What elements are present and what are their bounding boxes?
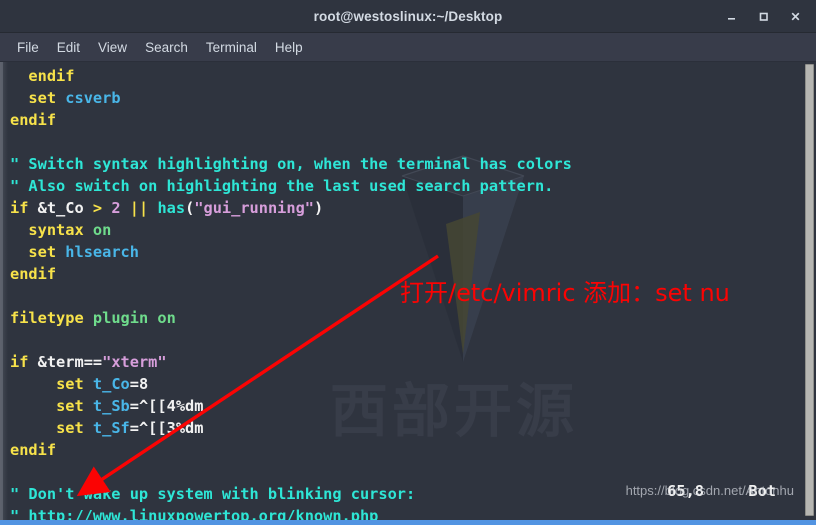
menubar: File Edit View Search Terminal Help [0,33,816,62]
vim-buffer-line: if &t_Co > 2 || has("gui_running") [10,199,324,217]
terminal-screen[interactable]: 西部开源 endif set csverb endif " Switch synt… [8,62,802,520]
terminal-window: root@westoslinux:~/Desktop File Edit Vie… [0,0,816,525]
maximize-button[interactable] [748,1,778,31]
window-left-edge [0,62,8,520]
vim-buffer-line: " Also switch on highlighting the last u… [10,177,554,195]
menu-item-edit[interactable]: Edit [48,37,89,58]
vim-buffer-line: set t_Co=8 [56,375,149,393]
vim-buffer-line: endif [10,111,57,129]
menu-item-terminal[interactable]: Terminal [197,37,266,58]
vim-buffer-line [10,131,802,153]
menu-item-search[interactable]: Search [136,37,197,58]
minimize-icon [727,17,735,20]
menu-item-view[interactable]: View [89,37,136,58]
vim-buffer-line [10,329,802,351]
vim-buffer-line: endif [28,67,75,85]
close-button[interactable] [780,1,810,31]
window-titlebar[interactable]: root@westoslinux:~/Desktop [0,0,816,33]
scrollbar-thumb[interactable] [804,64,814,516]
vim-buffer-line [10,461,802,483]
vim-buffer-line [10,285,802,307]
window-controls [716,0,810,32]
terminal-body: 西部开源 endif set csverb endif " Switch synt… [0,62,816,520]
vim-buffer-line: set hlsearch [28,243,139,261]
vim-buffer-line: endif [10,265,57,283]
vim-buffer-line: " http://www.linuxpowertop.org/known.php [10,507,379,520]
vim-buffer-line: " Switch syntax highlighting on, when th… [10,155,572,173]
vim-buffer-line: set t_Sf=^[[3%dm [56,419,204,437]
vertical-scrollbar[interactable] [802,62,816,520]
close-icon [791,12,799,20]
minimize-button[interactable] [716,1,746,31]
csdn-watermark: https://blog.csdn.net/Antonhu [625,483,794,498]
vim-buffer-line: endif [10,441,57,459]
vim-buffer-line: set t_Sb=^[[4%dm [56,397,204,415]
menu-item-file[interactable]: File [8,37,48,58]
vim-buffer-line: set csverb [28,89,121,107]
vim-buffer-line: filetype plugin on [10,309,176,327]
window-title: root@westoslinux:~/Desktop [313,8,503,24]
window-bottom-accent [0,520,816,525]
vim-buffer-line: if &term=="xterm" [10,353,167,371]
vim-buffer-line: syntax on [28,221,112,239]
vim-buffer[interactable]: endif set csverb endif " Switch syntax hi… [8,65,802,520]
maximize-icon [759,12,768,21]
menu-item-help[interactable]: Help [266,37,312,58]
